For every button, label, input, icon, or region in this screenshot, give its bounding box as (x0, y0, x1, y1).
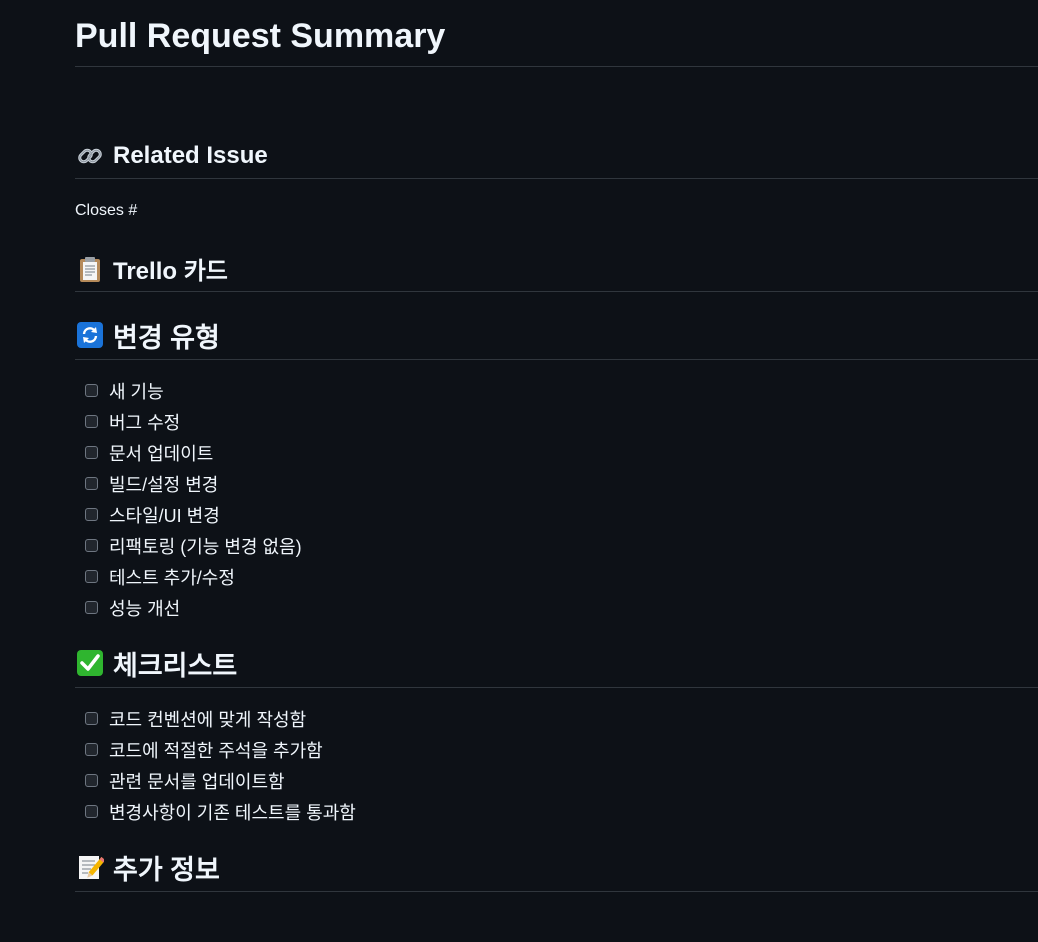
task-label: 관련 문서를 업데이트함 (109, 771, 285, 792)
heading-checklist: 체크리스트 (75, 639, 1038, 688)
task-item: 코드에 적절한 주석을 추가함 (75, 734, 356, 765)
task-label: 성능 개선 (109, 598, 181, 619)
link-icon (75, 141, 105, 171)
checkbox[interactable] (85, 539, 98, 552)
checkbox[interactable] (85, 508, 98, 521)
checkbox[interactable] (85, 601, 98, 614)
related-issue-text: Closes # (75, 202, 138, 219)
checkbox[interactable] (85, 477, 98, 490)
checkbox[interactable] (85, 743, 98, 756)
task-label: 버그 수정 (109, 412, 181, 433)
heading-label: 변경 유형 (113, 322, 220, 353)
task-item: 테스트 추가/수정 (75, 561, 302, 592)
task-item: 관련 문서를 업데이트함 (75, 765, 356, 796)
task-item: 코드 컨벤션에 맞게 작성함 (75, 703, 356, 734)
page-title: Pull Request Summary (75, 0, 1038, 67)
task-label: 스타일/UI 변경 (109, 505, 220, 526)
task-item: 버그 수정 (75, 406, 302, 437)
task-item: 리팩토링 (기능 변경 없음) (75, 530, 302, 561)
heading-label: Related Issue (113, 141, 268, 169)
check-mark-button-icon (75, 648, 105, 678)
heading-related-issue: Related Issue (75, 133, 1038, 179)
task-item: 변경사항이 기존 테스트를 통과함 (75, 796, 356, 827)
task-label: 테스트 추가/수정 (109, 567, 235, 588)
task-label: 문서 업데이트 (109, 443, 214, 464)
task-label: 리팩토링 (기능 변경 없음) (109, 536, 302, 557)
task-item: 새 기능 (75, 375, 302, 406)
task-label: 코드 컨벤션에 맞게 작성함 (109, 709, 307, 730)
task-label: 변경사항이 기존 테스트를 통과함 (109, 802, 356, 823)
task-item: 스타일/UI 변경 (75, 499, 302, 530)
change-type-list: 새 기능 버그 수정 문서 업데이트 빌드/설정 변경 스타일/UI 변경 리팩… (75, 375, 302, 623)
heading-change-type: 변경 유형 (75, 311, 1038, 360)
task-label: 코드에 적절한 주석을 추가함 (109, 740, 323, 761)
task-item: 성능 개선 (75, 592, 302, 623)
task-item: 빌드/설정 변경 (75, 468, 302, 499)
checkbox[interactable] (85, 712, 98, 725)
heading-label: 체크리스트 (113, 650, 238, 681)
heading-additional-info: 추가 정보 (75, 843, 1038, 892)
heading-label: 추가 정보 (113, 854, 220, 885)
checkbox[interactable] (85, 570, 98, 583)
heading-trello: Trello 카드 (75, 246, 1038, 292)
memo-icon (75, 852, 105, 882)
checkbox[interactable] (85, 384, 98, 397)
task-label: 새 기능 (109, 381, 164, 402)
checklist-list: 코드 컨벤션에 맞게 작성함 코드에 적절한 주석을 추가함 관련 문서를 업데… (75, 703, 356, 827)
markdown-body: Pull Request Summary Related Issue Close… (75, 0, 1038, 892)
task-label: 빌드/설정 변경 (109, 474, 219, 495)
checkbox[interactable] (85, 805, 98, 818)
task-item: 문서 업데이트 (75, 437, 302, 468)
checkbox[interactable] (85, 446, 98, 459)
arrows-counterclockwise-icon (75, 320, 105, 350)
checkbox[interactable] (85, 774, 98, 787)
clipboard-icon (75, 254, 105, 284)
heading-label: Trello 카드 (113, 258, 228, 285)
checkbox[interactable] (85, 415, 98, 428)
